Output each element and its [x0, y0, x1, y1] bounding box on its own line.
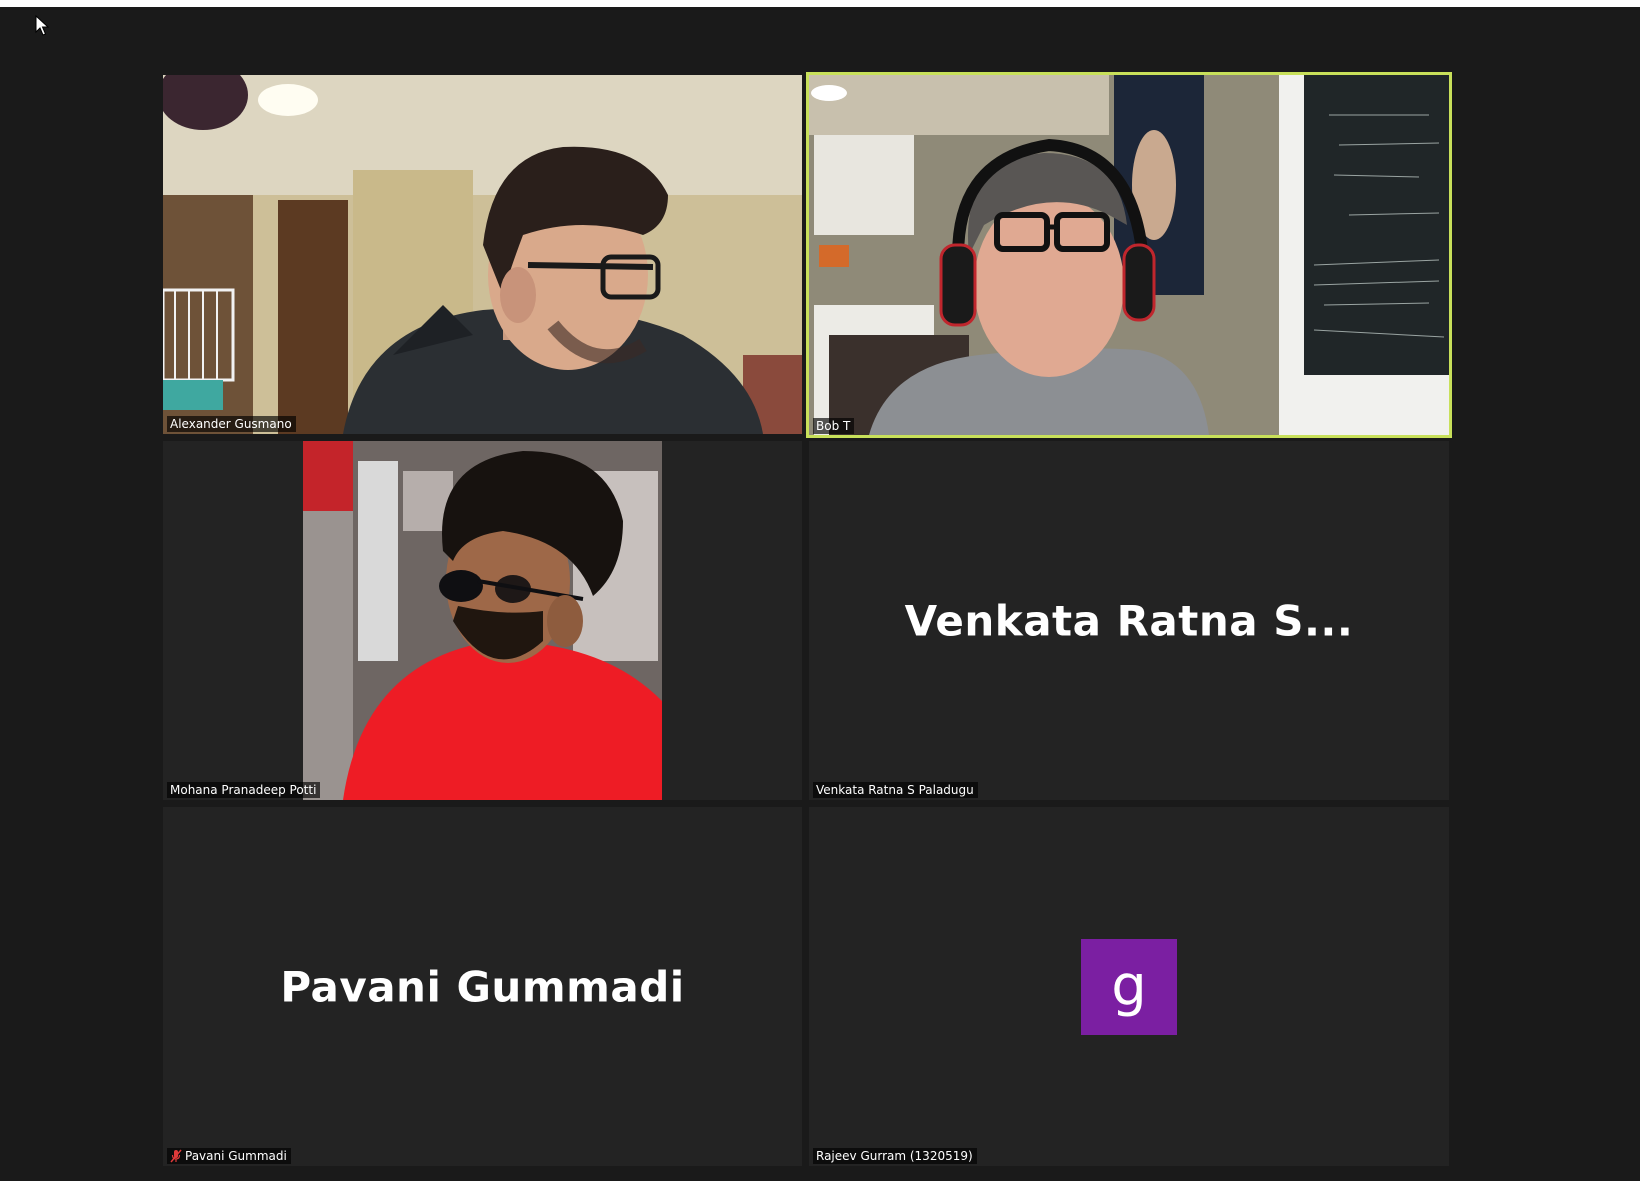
participant-name-label: Pavani Gummadi [167, 1148, 291, 1164]
participant-name-label: Bob T [813, 418, 855, 434]
window-top-edge [0, 0, 1640, 7]
participant-name-label: Venkata Ratna S Paladugu [813, 782, 978, 798]
participant-name-label: Rajeev Gurram (1320519) [813, 1148, 977, 1164]
video-tile-venkata-ratna-s-paladugu[interactable]: Venkata Ratna S... Venkata Ratna S Palad… [809, 441, 1449, 800]
participant-video-feed [809, 75, 1449, 435]
video-tile-mohana-pranadeep-potti[interactable]: Mohana Pranadeep Potti [163, 441, 802, 800]
mouse-cursor-icon [35, 15, 50, 36]
participant-name-label: Alexander Gusmano [167, 416, 296, 432]
mic-muted-icon [170, 1149, 182, 1163]
participant-name-label: Mohana Pranadeep Potti [167, 782, 321, 798]
participant-display-name: Venkata Ratna S... [904, 596, 1354, 645]
video-tile-rajeev-gurram[interactable]: g Rajeev Gurram (1320519) [809, 807, 1449, 1166]
video-tile-alexander-gusmano[interactable]: Alexander Gusmano [163, 75, 802, 434]
participant-video-feed [163, 75, 802, 434]
video-tile-pavani-gummadi[interactable]: Pavani Gummadi Pavani Gummadi [163, 807, 802, 1166]
avatar: g [1081, 938, 1177, 1035]
participant-video-feed [303, 441, 662, 800]
video-tile-bob-t[interactable]: Bob T [806, 72, 1452, 438]
participant-display-name: Pavani Gummadi [280, 962, 685, 1011]
